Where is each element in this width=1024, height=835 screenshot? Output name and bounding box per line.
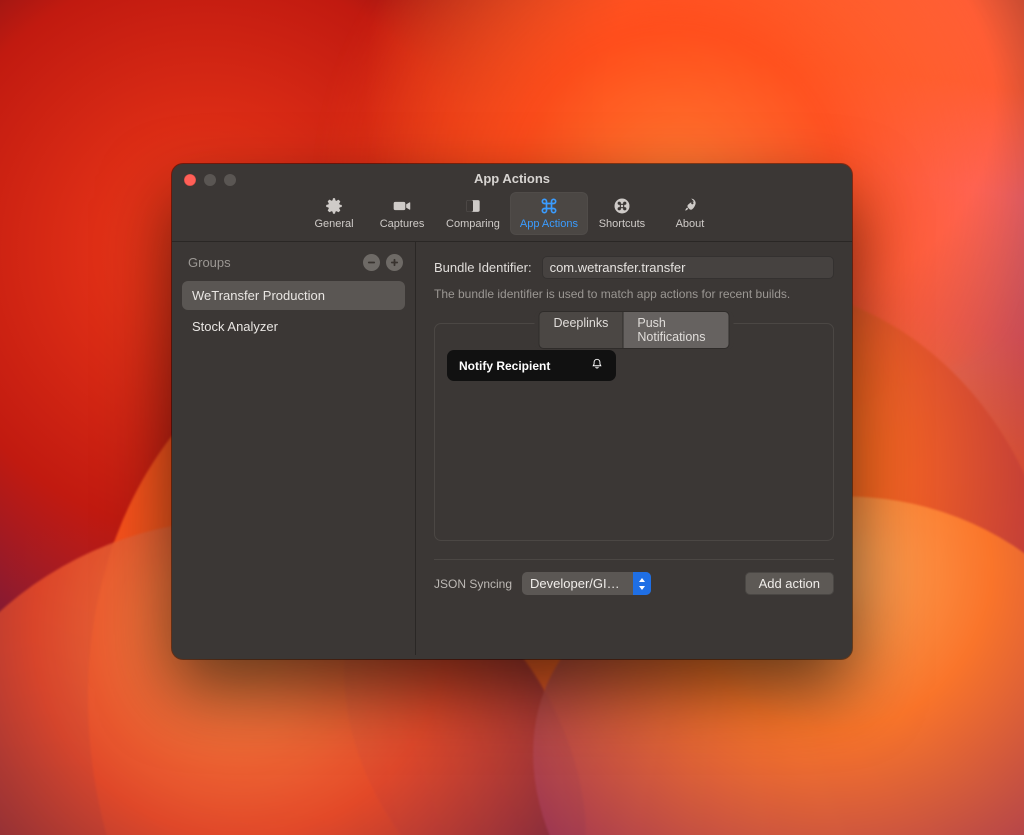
bell-icon bbox=[590, 357, 604, 374]
preferences-window: App Actions General Captures Compar bbox=[172, 164, 852, 659]
minus-icon bbox=[367, 258, 376, 267]
minimize-window-button[interactable] bbox=[204, 174, 216, 186]
add-action-label: Add action bbox=[759, 576, 820, 591]
tab-label: App Actions bbox=[520, 218, 578, 230]
gear-icon bbox=[323, 196, 345, 216]
window-title: App Actions bbox=[474, 171, 550, 186]
tab-shortcuts[interactable]: Shortcuts bbox=[588, 192, 656, 235]
actions-card: Deeplinks Push Notifications Notify Reci… bbox=[434, 323, 834, 541]
bundle-identifier-help: The bundle identifier is used to match a… bbox=[434, 287, 834, 301]
segment-push-notifications[interactable]: Push Notifications bbox=[622, 311, 729, 349]
add-action-button[interactable]: Add action bbox=[745, 572, 834, 595]
group-item[interactable]: Stock Analyzer bbox=[182, 312, 405, 341]
groups-sidebar: Groups WeTransfer Production Stock Analy bbox=[172, 242, 416, 655]
json-syncing-popup[interactable]: Developer/GIT… bbox=[522, 572, 651, 595]
tab-app-actions[interactable]: App Actions bbox=[510, 192, 588, 235]
bundle-identifier-input[interactable] bbox=[542, 256, 834, 279]
command-icon bbox=[538, 196, 560, 216]
action-chip[interactable]: Notify Recipient bbox=[447, 350, 616, 381]
preferences-toolbar: General Captures Comparing App Actions bbox=[172, 192, 852, 242]
plus-icon bbox=[390, 258, 399, 267]
group-item-label: Stock Analyzer bbox=[192, 319, 278, 334]
desktop-wallpaper: App Actions General Captures Compar bbox=[0, 0, 1024, 835]
main-panel: Bundle Identifier: The bundle identifier… bbox=[416, 242, 852, 655]
chevron-up-down-icon bbox=[633, 572, 651, 595]
group-item[interactable]: WeTransfer Production bbox=[182, 281, 405, 310]
zoom-window-button[interactable] bbox=[224, 174, 236, 186]
remove-group-button[interactable] bbox=[363, 254, 380, 271]
tab-label: Comparing bbox=[446, 218, 500, 230]
close-window-button[interactable] bbox=[184, 174, 196, 186]
tab-general[interactable]: General bbox=[300, 192, 368, 235]
json-syncing-value: Developer/GIT… bbox=[522, 576, 633, 591]
add-group-button[interactable] bbox=[386, 254, 403, 271]
bundle-identifier-label: Bundle Identifier: bbox=[434, 260, 532, 275]
segment-label: Deeplinks bbox=[554, 316, 609, 330]
tab-label: About bbox=[676, 218, 705, 230]
group-item-label: WeTransfer Production bbox=[192, 288, 325, 303]
action-chip-label: Notify Recipient bbox=[459, 359, 550, 373]
traffic-lights bbox=[184, 174, 236, 186]
command-badge-icon bbox=[611, 196, 633, 216]
tab-about[interactable]: About bbox=[656, 192, 724, 235]
split-icon bbox=[462, 196, 484, 216]
segment-label: Push Notifications bbox=[637, 316, 705, 344]
video-icon bbox=[391, 196, 413, 216]
divider bbox=[434, 559, 834, 560]
actions-mode-segmented: Deeplinks Push Notifications bbox=[535, 311, 734, 349]
tab-label: Shortcuts bbox=[599, 218, 645, 230]
tab-comparing[interactable]: Comparing bbox=[436, 192, 510, 235]
groups-heading: Groups bbox=[188, 255, 231, 270]
titlebar: App Actions bbox=[172, 164, 852, 192]
tab-captures[interactable]: Captures bbox=[368, 192, 436, 235]
tab-label: General bbox=[314, 218, 353, 230]
rocket-icon bbox=[679, 196, 701, 216]
json-syncing-label: JSON Syncing bbox=[434, 577, 512, 591]
segment-deeplinks[interactable]: Deeplinks bbox=[539, 311, 624, 349]
tab-label: Captures bbox=[380, 218, 425, 230]
